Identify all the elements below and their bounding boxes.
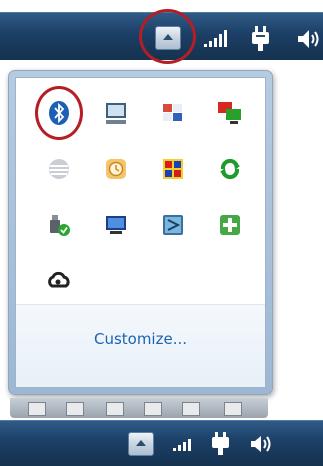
highlight-ring-show-hidden (139, 9, 196, 64)
show-hidden-icons-button-bottom[interactable] (128, 432, 154, 456)
presentation-display-icon[interactable] (98, 207, 134, 243)
highlight-ring-bluetooth (35, 86, 83, 140)
volume-icon[interactable] (297, 29, 321, 49)
power-plug-icon[interactable] (211, 432, 231, 456)
overflow-footer: Customize... (16, 304, 265, 387)
network-signal-icon[interactable] (203, 30, 229, 48)
teal-app-icon[interactable] (155, 207, 191, 243)
background-window-strip (10, 398, 268, 418)
att-globe-icon[interactable] (41, 151, 77, 187)
remote-display-icon[interactable] (212, 95, 248, 131)
notification-overflow-panel: Customize... (8, 70, 273, 395)
power-plug-icon[interactable] (250, 26, 272, 52)
customize-link[interactable]: Customize... (16, 330, 265, 348)
network-signal-icon[interactable] (172, 436, 196, 452)
green-plus-icon[interactable] (212, 207, 248, 243)
clock-update-icon[interactable] (98, 151, 134, 187)
volume-icon[interactable] (250, 435, 272, 453)
overflow-icon-area: Customize... (15, 77, 266, 388)
green-sync-icon[interactable] (212, 151, 248, 187)
usb-safe-remove-icon[interactable] (41, 207, 77, 243)
colorful-app-icon[interactable] (155, 151, 191, 187)
shield-flag-icon[interactable] (155, 95, 191, 131)
computer-monitor-icon[interactable] (98, 95, 134, 131)
creative-cloud-icon[interactable] (41, 263, 77, 299)
taskbar-bottom (0, 420, 323, 466)
